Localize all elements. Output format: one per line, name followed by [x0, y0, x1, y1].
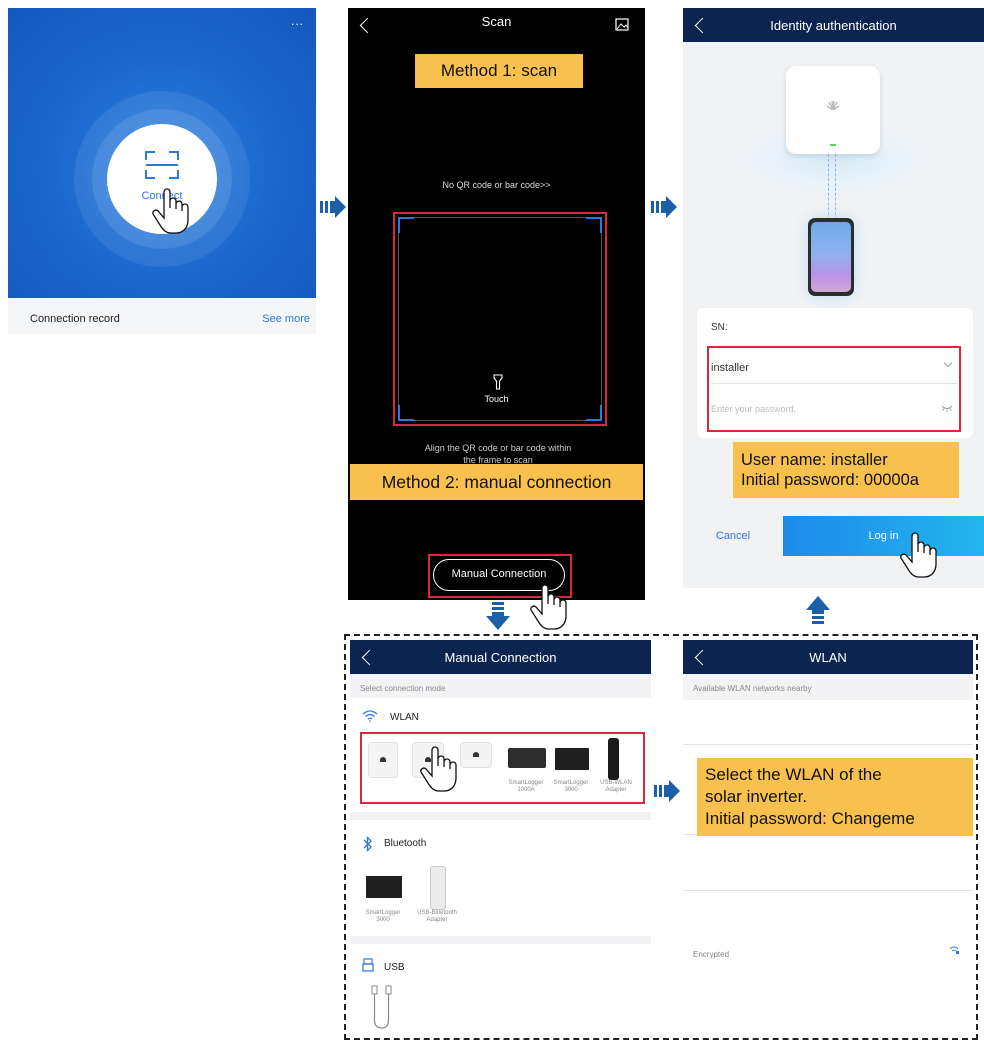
device-label: SmartLogger 1000A: [508, 780, 544, 793]
bluetooth-icon: [363, 836, 372, 852]
bt-device-smartlogger-3000[interactable]: [366, 876, 402, 898]
sn-label: SN:: [711, 322, 728, 333]
wlan-screen: WLAN Available WLAN networks nearby Sele…: [683, 640, 973, 974]
flashlight-icon[interactable]: [493, 374, 503, 390]
wlan-label: WLAN: [390, 712, 419, 723]
callout-username: User name: installer: [741, 451, 888, 469]
eye-closed-icon[interactable]: [941, 404, 953, 412]
wlan-device-smartlogger-1000a[interactable]: [508, 748, 546, 768]
method1-callout: Method 1: scan: [415, 54, 583, 88]
huawei-logo-icon: [826, 100, 840, 110]
bluetooth-label: Bluetooth: [384, 838, 427, 849]
cancel-button[interactable]: Cancel: [683, 516, 783, 556]
hand-pointer-icon: [900, 532, 937, 578]
scan-frame: [398, 217, 602, 421]
usb-label: USB: [384, 962, 405, 973]
wlan-device-inverter-1[interactable]: [368, 742, 398, 778]
wlan-device-smartlogger-3000[interactable]: [555, 748, 589, 770]
wlan-callout-line-3: Initial password: Changeme: [705, 809, 915, 828]
flow-arrow-right: [654, 780, 680, 802]
login-button[interactable]: Log in: [783, 516, 984, 556]
hand-pointer-icon: [152, 188, 189, 234]
username-dropdown[interactable]: installer: [711, 350, 957, 384]
menu-icon[interactable]: ...: [291, 14, 304, 28]
method2-callout: Method 2: manual connection: [350, 464, 643, 500]
password-input[interactable]: Enter your password.: [711, 394, 957, 424]
device-label: USB-Bluetooth Adapter: [417, 910, 457, 923]
gallery-icon[interactable]: [615, 18, 629, 31]
scan-icon: [145, 151, 179, 179]
auth-screen: Identity authentication SN: installer En…: [683, 8, 984, 588]
wlan-device-inverter-3[interactable]: [460, 742, 492, 768]
connection-mode-subtitle: Select connection mode: [360, 684, 446, 693]
manual-title: Manual Connection: [444, 650, 557, 665]
manual-connection-screen: Manual Connection Select connection mode…: [350, 640, 651, 1034]
flashlight-label: Touch: [484, 394, 509, 404]
flow-arrow-up: [806, 596, 830, 624]
hand-pointer-icon: [530, 584, 567, 630]
auth-title: Identity authentication: [770, 18, 897, 33]
wlan-subtitle: Available WLAN networks nearby: [693, 684, 812, 693]
connection-record-label: Connection record: [30, 313, 120, 325]
usb-icon: [362, 958, 374, 972]
bt-device-usb-adapter[interactable]: [430, 866, 446, 910]
align-instruction: Align the QR code or bar code within the…: [424, 443, 572, 465]
wlan-callout-line-1: Select the WLAN of the: [705, 765, 882, 784]
callout-password: Initial password: 00000a: [741, 471, 919, 489]
phone-illustration: [808, 218, 854, 296]
usb-section: [350, 944, 651, 1034]
username-value: installer: [711, 362, 749, 374]
flow-arrow-right: [320, 196, 346, 218]
see-more-link[interactable]: See more: [262, 313, 310, 325]
device-illustration: [786, 66, 880, 154]
password-placeholder: Enter your password.: [711, 404, 797, 414]
scan-title: Scan: [481, 14, 512, 29]
wifi-icon: [362, 710, 378, 722]
flow-arrow-down: [486, 602, 510, 630]
device-label: USB-WLAN Adapter: [600, 780, 632, 793]
usb-cable-icon[interactable]: [370, 984, 394, 1030]
no-code-link[interactable]: No QR code or bar code>>: [348, 180, 645, 190]
flow-arrow-right: [651, 196, 677, 218]
chevron-down-icon: [943, 358, 953, 368]
wifi-lock-icon: [949, 946, 959, 954]
encrypted-label: Encrypted: [693, 950, 730, 959]
wlan-network-list[interactable]: [683, 700, 973, 974]
wlan-title: WLAN: [809, 650, 847, 665]
device-label: SmartLogger 3000: [553, 780, 589, 793]
wlan-callout: Select the WLAN of the solar inverter. I…: [697, 758, 973, 836]
hand-pointer-icon: [420, 746, 457, 792]
device-label: SmartLogger 3000: [365, 910, 401, 923]
credentials-callout: User name: installer Initial password: 0…: [733, 442, 959, 498]
wlan-callout-line-2: solar inverter.: [705, 787, 808, 806]
scan-screen: Scan Method 1: scan No QR code or bar co…: [348, 8, 645, 600]
home-screen: ... Connect Connection record See more: [8, 8, 316, 334]
connection-line: [828, 154, 836, 220]
wlan-device-usb-adapter[interactable]: [608, 738, 619, 780]
